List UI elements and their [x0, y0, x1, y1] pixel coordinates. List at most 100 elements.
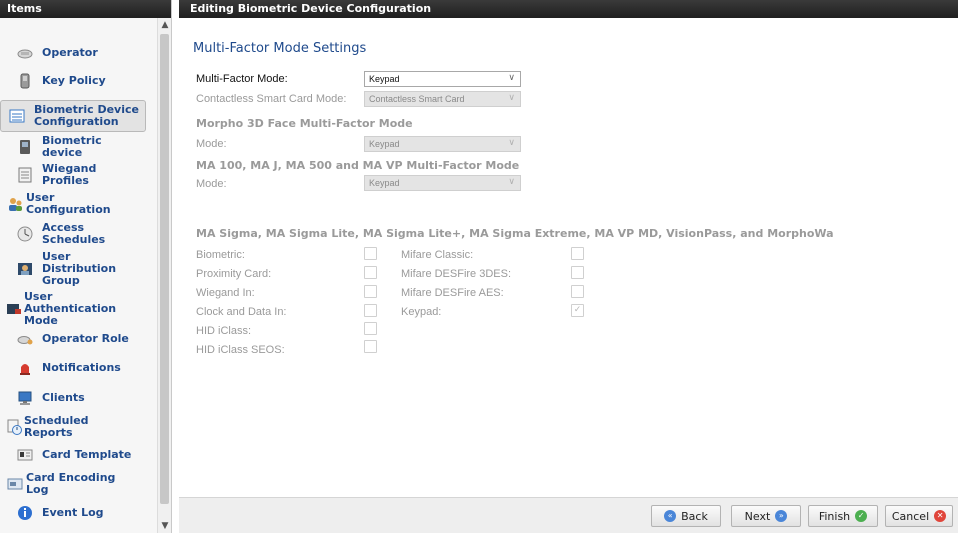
sidebar-item-user-authentication-mode[interactable]: User Authentication Mode: [6, 290, 146, 327]
scroll-down-icon[interactable]: ▼: [158, 519, 172, 533]
user-configuration-icon: [7, 196, 23, 212]
sidebar-item-label: Card Template: [42, 448, 132, 461]
sidebar-item-label: Biometric device: [42, 134, 102, 159]
finish-button-label: Finish: [818, 509, 851, 523]
sidebar-item-biometric-device[interactable]: Biometric device: [17, 134, 145, 159]
key-policy-icon: [17, 73, 33, 89]
sidebar-item-scheduled-reports[interactable]: Scheduled Reports: [7, 414, 135, 439]
checkmark-icon: ✓: [573, 305, 582, 315]
biometric-checkbox[interactable]: [364, 247, 377, 260]
sidebar-item-label: Biometric Device Configuration: [34, 103, 139, 128]
sidebar-item-access-schedules[interactable]: Access Schedules: [17, 222, 145, 246]
sidebar-item-user-distribution-group[interactable]: User Distribution Group: [17, 250, 145, 287]
morpho-mode-label: Mode:: [196, 138, 227, 150]
scheduled-reports-icon: [7, 419, 23, 435]
notifications-icon: [17, 360, 33, 376]
editor-header: Editing Biometric Device Configuration: [179, 0, 958, 18]
sidebar-item-wiegand-profiles[interactable]: Wiegand Profiles: [17, 162, 145, 187]
sidebar-item-clients[interactable]: Clients: [17, 389, 145, 407]
chevron-down-icon: ∨: [508, 92, 515, 102]
proximity-card-label: Proximity Card:: [196, 268, 272, 280]
next-button-label: Next: [744, 509, 771, 523]
rewind-icon: «: [664, 510, 677, 522]
operator-icon: [17, 45, 33, 61]
clock-and-data-in-checkbox[interactable]: [364, 304, 377, 317]
select-value: Keypad: [369, 74, 400, 84]
sidebar-item-label: Card Encoding Log: [26, 471, 116, 496]
chevron-down-icon: ∨: [508, 176, 515, 186]
card-encoding-log-icon: [7, 476, 23, 492]
multi-factor-mode-label: Multi-Factor Mode:: [196, 73, 288, 85]
wiegand-profiles-icon: [17, 167, 33, 183]
hid-iclass-seos-label: HID iClass SEOS:: [196, 344, 285, 356]
contactless-mode-select[interactable]: Contactless Smart Card ∨: [364, 91, 521, 107]
wizard-footer: « Back Next » Finish ✓ Cancel ✕: [179, 497, 958, 533]
cancel-button-label: Cancel: [891, 509, 930, 523]
hid-iclass-checkbox[interactable]: [364, 322, 377, 335]
sidebar-item-label: Event Log: [42, 506, 104, 519]
scrollbar-thumb[interactable]: [160, 34, 169, 504]
clock-and-data-in-label: Clock and Data In:: [196, 306, 287, 318]
sidebar-item-label: User Authentication Mode: [24, 290, 117, 327]
ma-mode-select[interactable]: Keypad ∨: [364, 175, 521, 191]
mifare-desfire-aes-label: Mifare DESFire AES:: [401, 287, 504, 299]
mifare-desfire-aes-checkbox[interactable]: [571, 285, 584, 298]
sidebar-list: Operator Key Policy Biometric Device Con…: [0, 18, 158, 533]
chevron-down-icon: ∨: [508, 137, 515, 147]
sidebar-item-operator[interactable]: Operator: [17, 44, 145, 62]
multi-factor-mode-select[interactable]: Keypad ∨: [364, 71, 521, 87]
finish-button[interactable]: Finish ✓: [808, 505, 878, 527]
chevron-down-icon: ∨: [508, 72, 515, 82]
wiegand-in-checkbox[interactable]: [364, 285, 377, 298]
sidebar-item-notifications[interactable]: Notifications: [17, 359, 145, 377]
mifare-desfire-3des-checkbox[interactable]: [571, 266, 584, 279]
sidebar-item-event-log[interactable]: Event Log: [17, 504, 145, 522]
back-button[interactable]: « Back: [651, 505, 721, 527]
clients-icon: [17, 390, 33, 406]
keypad-label: Keypad:: [401, 306, 442, 318]
back-button-label: Back: [681, 509, 708, 523]
user-distribution-icon: [17, 261, 33, 277]
sidebar-item-label: Scheduled Reports: [24, 414, 89, 439]
sidebar-item-label: Notifications: [42, 361, 121, 374]
check-circle-icon: ✓: [855, 510, 868, 522]
items-panel-header: Items: [0, 0, 171, 18]
forward-icon: »: [775, 510, 788, 522]
wiegand-in-label: Wiegand In:: [196, 287, 255, 299]
scroll-up-icon[interactable]: ▲: [158, 18, 172, 32]
sidebar-item-label: Operator: [42, 46, 98, 59]
keypad-checkbox[interactable]: ✓: [571, 304, 584, 317]
sidebar-item-card-encoding-log[interactable]: Card Encoding Log: [7, 471, 135, 496]
sidebar-item-operator-role[interactable]: Operator Role: [17, 330, 145, 348]
proximity-card-checkbox[interactable]: [364, 266, 377, 279]
operator-role-icon: [17, 331, 33, 347]
next-button[interactable]: Next »: [731, 505, 801, 527]
biometric-device-icon: [17, 139, 33, 155]
sidebar-item-label: Key Policy: [42, 74, 106, 87]
sidebar-item-label: User Distribution Group: [42, 250, 117, 287]
mifare-classic-label: Mifare Classic:: [401, 249, 474, 261]
morpho-mode-select[interactable]: Keypad ∨: [364, 136, 521, 152]
editor-panel: Editing Biometric Device Configuration M…: [179, 0, 958, 533]
access-schedules-icon: [17, 226, 33, 242]
sidebar-item-biometric-device-configuration[interactable]: Biometric Device Configuration: [0, 100, 146, 132]
sidebar-item-label: User Configuration: [26, 191, 111, 216]
user-authentication-icon: [6, 301, 22, 317]
sidebar-scrollbar[interactable]: ▲ ▼: [157, 18, 171, 533]
mifare-classic-checkbox[interactable]: [571, 247, 584, 260]
event-log-icon: [17, 505, 33, 521]
contactless-mode-label: Contactless Smart Card Mode:: [196, 93, 347, 105]
sidebar-item-card-template[interactable]: Card Template: [17, 446, 145, 464]
cancel-button[interactable]: Cancel ✕: [885, 505, 953, 527]
mifare-desfire-3des-label: Mifare DESFire 3DES:: [401, 268, 512, 280]
ma-mode-label: Mode:: [196, 178, 227, 190]
card-template-icon: [17, 447, 33, 463]
sidebar-item-label: Operator Role: [42, 332, 129, 345]
hid-iclass-seos-checkbox[interactable]: [364, 340, 377, 353]
select-value: Contactless Smart Card: [369, 94, 465, 104]
items-panel: Items Operator Key Policy Biometric Devi…: [0, 0, 172, 533]
sidebar-item-user-configuration[interactable]: User Configuration: [7, 191, 135, 216]
sidebar-item-key-policy[interactable]: Key Policy: [17, 72, 145, 90]
hid-iclass-label: HID iClass:: [196, 325, 252, 337]
sidebar-item-label: Wiegand Profiles: [42, 162, 97, 187]
